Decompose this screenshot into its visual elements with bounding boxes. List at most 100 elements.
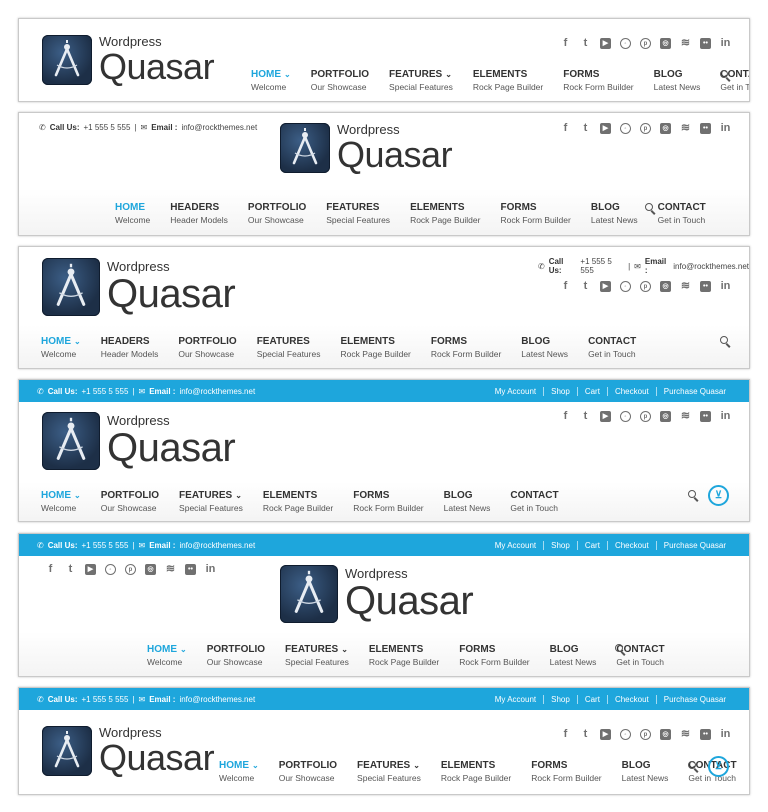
- email-address[interactable]: info@rockthemes.net: [179, 695, 255, 704]
- twitter-icon[interactable]: t: [580, 281, 591, 292]
- stumbleupon-icon[interactable]: ≋: [680, 729, 691, 740]
- facebook-icon[interactable]: f: [45, 564, 56, 575]
- nav-portfolio[interactable]: PORTFOLIO Our Showcase: [311, 69, 369, 92]
- flickr-icon[interactable]: ••: [700, 38, 711, 49]
- pinterest-icon[interactable]: p: [640, 123, 651, 134]
- twitter-icon[interactable]: t: [580, 38, 591, 49]
- cart-link[interactable]: Cart: [576, 540, 607, 550]
- email-address[interactable]: info@rockthemes.net: [179, 541, 255, 550]
- site-logo[interactable]: Wordpress Quasar: [280, 565, 474, 623]
- instagram-icon[interactable]: ◎: [660, 123, 671, 134]
- search-icon[interactable]: [720, 70, 731, 82]
- dribbble-icon[interactable]: ◦: [620, 411, 631, 422]
- nav-home[interactable]: HOME ⌄ Welcome: [41, 336, 81, 359]
- instagram-icon[interactable]: ◎: [145, 564, 156, 575]
- nav-elements[interactable]: ELEMENTS Rock Page Builder: [340, 336, 410, 359]
- checkout-link[interactable]: Checkout: [606, 386, 656, 396]
- nav-elements[interactable]: ELEMENTS Rock Page Builder: [441, 760, 511, 783]
- nav-elements[interactable]: ELEMENTS Rock Page Builder: [263, 490, 333, 513]
- nav-forms[interactable]: FORMS Rock Form Builder: [531, 760, 601, 783]
- nav-home[interactable]: HOME ⌄ Welcome: [41, 490, 81, 513]
- instagram-icon[interactable]: ◎: [660, 38, 671, 49]
- site-logo[interactable]: Wordpress Quasar: [42, 35, 215, 85]
- nav-forms[interactable]: FORMS Rock Form Builder: [459, 644, 529, 667]
- search-icon[interactable]: [688, 490, 699, 502]
- purchase-link[interactable]: Purchase Quasar: [655, 540, 733, 550]
- cart-link[interactable]: Cart: [576, 694, 607, 704]
- nav-elements[interactable]: ELEMENTS Rock Page Builder: [410, 202, 480, 225]
- youtube-icon[interactable]: ▶: [600, 123, 611, 134]
- shop-link[interactable]: Shop: [543, 694, 577, 704]
- shop-link[interactable]: Shop: [543, 540, 577, 550]
- site-logo[interactable]: Wordpress Quasar: [280, 123, 453, 173]
- nav-portfolio[interactable]: PORTFOLIO Our Showcase: [279, 760, 337, 783]
- twitter-icon[interactable]: t: [580, 411, 591, 422]
- cart-icon[interactable]: ⊻: [708, 756, 729, 777]
- facebook-icon[interactable]: f: [560, 38, 571, 49]
- instagram-icon[interactable]: ◎: [660, 281, 671, 292]
- nav-blog[interactable]: BLOG Latest News: [622, 760, 669, 783]
- facebook-icon[interactable]: f: [560, 411, 571, 422]
- purchase-link[interactable]: Purchase Quasar: [655, 386, 733, 396]
- stumbleupon-icon[interactable]: ≋: [165, 564, 176, 575]
- search-icon[interactable]: [615, 644, 626, 656]
- nav-headers[interactable]: HEADERS Header Models: [101, 336, 159, 359]
- my-account-link[interactable]: My Account: [488, 695, 543, 704]
- stumbleupon-icon[interactable]: ≋: [680, 123, 691, 134]
- stumbleupon-icon[interactable]: ≋: [680, 38, 691, 49]
- nav-contact[interactable]: CONTACT Get in Touch: [588, 336, 636, 359]
- nav-forms[interactable]: FORMS Rock Form Builder: [563, 69, 633, 92]
- nav-home[interactable]: HOME Welcome: [115, 202, 150, 225]
- facebook-icon[interactable]: f: [560, 123, 571, 134]
- nav-forms[interactable]: FORMS Rock Form Builder: [500, 202, 570, 225]
- linkedin-icon[interactable]: in: [720, 729, 731, 740]
- dribbble-icon[interactable]: ◦: [620, 123, 631, 134]
- facebook-icon[interactable]: f: [560, 281, 571, 292]
- nav-portfolio[interactable]: PORTFOLIO Our Showcase: [207, 644, 265, 667]
- nav-features[interactable]: FEATURES Special Features: [326, 202, 390, 225]
- nav-home[interactable]: HOME ⌄ Welcome: [147, 644, 187, 667]
- linkedin-icon[interactable]: in: [720, 38, 731, 49]
- nav-features[interactable]: FEATURES ⌄ Special Features: [389, 69, 453, 92]
- youtube-icon[interactable]: ▶: [600, 411, 611, 422]
- nav-contact[interactable]: CONTACT Get in Touch: [510, 490, 558, 513]
- linkedin-icon[interactable]: in: [720, 281, 731, 292]
- nav-forms[interactable]: FORMS Rock Form Builder: [353, 490, 423, 513]
- email-address[interactable]: info@rockthemes.net: [181, 123, 257, 132]
- stumbleupon-icon[interactable]: ≋: [680, 281, 691, 292]
- nav-blog[interactable]: BLOG Latest News: [591, 202, 638, 225]
- my-account-link[interactable]: My Account: [488, 387, 543, 396]
- dribbble-icon[interactable]: ◦: [105, 564, 116, 575]
- shop-link[interactable]: Shop: [543, 386, 577, 396]
- nav-blog[interactable]: BLOG Latest News: [521, 336, 568, 359]
- nav-blog[interactable]: BLOG Latest News: [444, 490, 491, 513]
- nav-headers[interactable]: HEADERS Header Models: [170, 202, 228, 225]
- nav-portfolio[interactable]: PORTFOLIO Our Showcase: [248, 202, 306, 225]
- nav-home[interactable]: HOME ⌄ Welcome: [219, 760, 259, 783]
- flickr-icon[interactable]: ••: [185, 564, 196, 575]
- instagram-icon[interactable]: ◎: [660, 411, 671, 422]
- youtube-icon[interactable]: ▶: [85, 564, 96, 575]
- pinterest-icon[interactable]: p: [125, 564, 136, 575]
- instagram-icon[interactable]: ◎: [660, 729, 671, 740]
- site-logo[interactable]: Wordpress Quasar: [42, 258, 236, 316]
- facebook-icon[interactable]: f: [560, 729, 571, 740]
- flickr-icon[interactable]: ••: [700, 729, 711, 740]
- nav-blog[interactable]: BLOG Latest News: [550, 644, 597, 667]
- youtube-icon[interactable]: ▶: [600, 281, 611, 292]
- search-icon[interactable]: [688, 761, 699, 773]
- nav-home[interactable]: HOME ⌄ Welcome: [251, 69, 291, 92]
- nav-blog[interactable]: BLOG Latest News: [654, 69, 701, 92]
- site-logo[interactable]: Wordpress Quasar: [42, 726, 215, 776]
- checkout-link[interactable]: Checkout: [606, 694, 656, 704]
- email-address[interactable]: info@rockthemes.net: [179, 387, 255, 396]
- flickr-icon[interactable]: ••: [700, 281, 711, 292]
- checkout-link[interactable]: Checkout: [606, 540, 656, 550]
- nav-elements[interactable]: ELEMENTS Rock Page Builder: [369, 644, 439, 667]
- pinterest-icon[interactable]: p: [640, 281, 651, 292]
- search-icon[interactable]: [645, 203, 656, 215]
- purchase-link[interactable]: Purchase Quasar: [655, 694, 733, 704]
- linkedin-icon[interactable]: in: [720, 123, 731, 134]
- nav-contact[interactable]: CONTACT Get in Touch: [658, 202, 706, 225]
- dribbble-icon[interactable]: ◦: [620, 729, 631, 740]
